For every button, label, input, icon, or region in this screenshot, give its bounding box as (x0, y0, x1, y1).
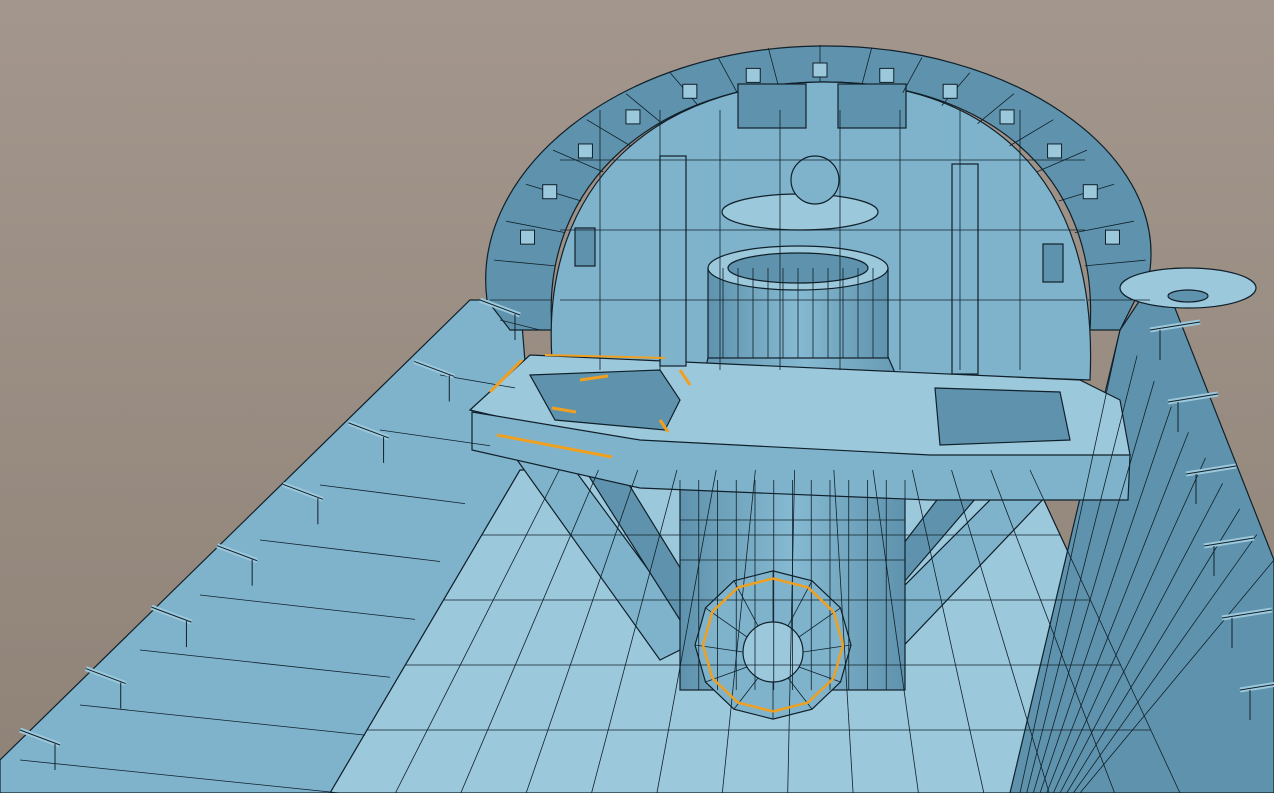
bolt-icon (812, 62, 828, 78)
bolt-icon (542, 184, 558, 200)
wireframe-render (0, 0, 1274, 793)
right-camera-box (1042, 243, 1064, 283)
right-equipment-box (934, 387, 1071, 446)
mechanism-ball (790, 155, 840, 205)
bolt-icon (625, 109, 641, 125)
bolt-icon (577, 143, 593, 159)
right-vertical-rail (951, 163, 979, 375)
dish-center (1167, 289, 1209, 303)
bolt-icon (942, 83, 958, 99)
upper-left-window (737, 83, 807, 129)
bolt-icon (682, 83, 698, 99)
bolt-icon (879, 67, 895, 83)
3d-viewport[interactable] (0, 0, 1274, 793)
bolt-icon (999, 109, 1015, 125)
bolt-icon (1082, 184, 1098, 200)
upper-right-window (837, 83, 907, 129)
bolt-icon (1104, 229, 1120, 245)
bolt-icon (745, 67, 761, 83)
bolt-icon (1047, 143, 1063, 159)
hatch-inner-disc (742, 621, 804, 683)
antenna-dish (1119, 267, 1257, 309)
bolt-icon (520, 229, 536, 245)
left-camera-box (574, 227, 596, 267)
left-vertical-rail (659, 155, 687, 367)
